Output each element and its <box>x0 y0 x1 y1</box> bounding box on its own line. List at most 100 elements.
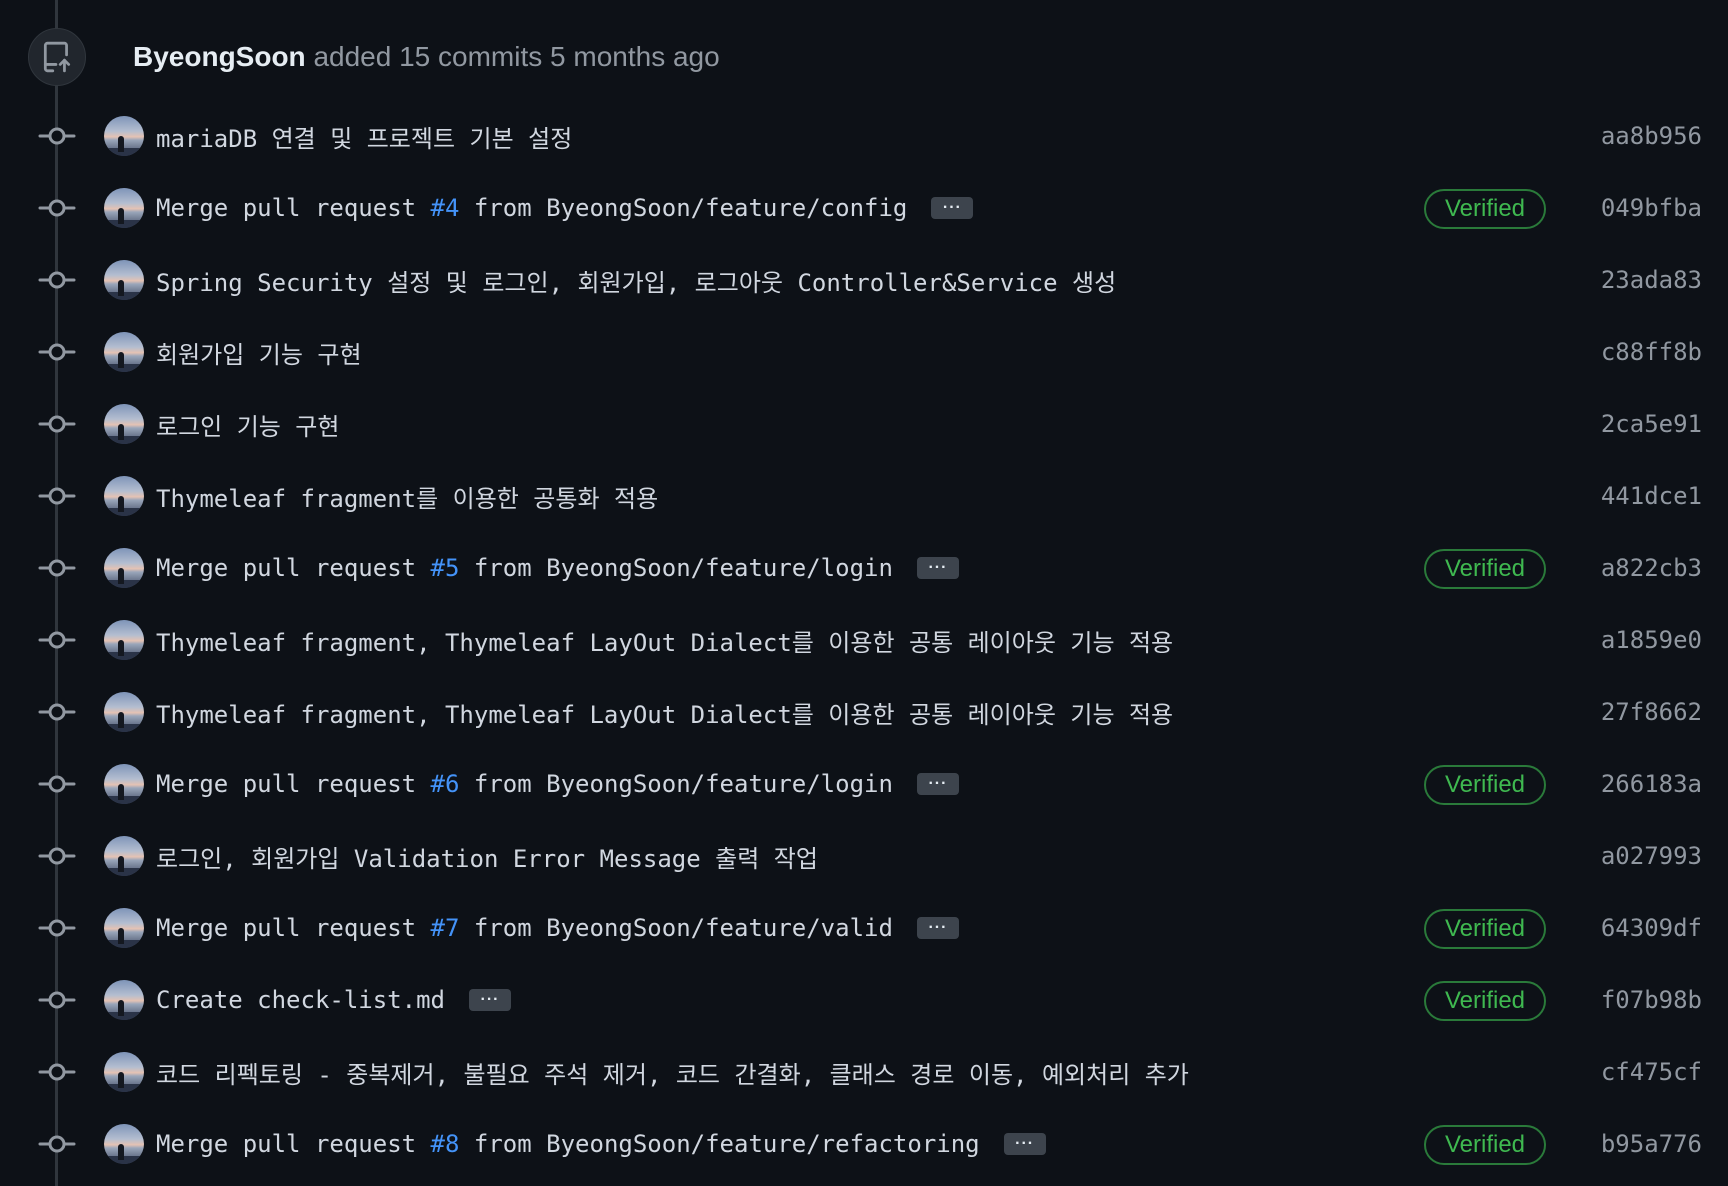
commit-message-link[interactable]: Merge pull request <box>156 770 431 798</box>
commit-row: Spring Security 설정 및 로그인, 회원가입, 로그아웃 Con… <box>0 244 1728 316</box>
commit-message: 코드 리펙토링 - 중복제거, 불필요 주석 제거, 코드 간결화, 클래스 경… <box>156 1036 1189 1108</box>
commit-message-link[interactable]: 로그인 기능 구현 <box>156 407 339 442</box>
commit-message-branch[interactable]: from ByeongSoon/feature/login <box>459 770 893 798</box>
commit-message: 회원가입 기능 구현 <box>156 316 362 388</box>
commit-message-branch[interactable]: from ByeongSoon/feature/valid <box>459 914 893 942</box>
commit-message-link[interactable]: 코드 리펙토링 - 중복제거, 불필요 주석 제거, 코드 간결화, 클래스 경… <box>156 1055 1189 1090</box>
expand-description-button[interactable]: ··· <box>916 557 959 579</box>
author-avatar[interactable] <box>104 980 144 1020</box>
commit-message-link[interactable]: mariaDB 연결 및 프로젝트 기본 설정 <box>156 119 572 154</box>
commit-sha-link[interactable]: cf475cf <box>1601 1036 1702 1108</box>
commit-sha-link[interactable]: 2ca5e91 <box>1601 388 1702 460</box>
author-avatar[interactable] <box>104 1052 144 1092</box>
author-avatar[interactable] <box>104 908 144 948</box>
commit-row: 로그인 기능 구현 2ca5e91 <box>0 388 1728 460</box>
git-commit-icon <box>38 559 76 577</box>
repo-push-icon <box>28 28 86 86</box>
commit-message: Merge pull request #6 from ByeongSoon/fe… <box>156 748 959 820</box>
commit-sha-link[interactable]: 64309df <box>1601 892 1702 964</box>
commit-message-link[interactable]: Create check-list.md <box>156 986 445 1014</box>
author-avatar[interactable] <box>104 836 144 876</box>
author-avatar[interactable] <box>104 404 144 444</box>
commit-message-link[interactable]: Thymeleaf fragment, Thymeleaf LayOut Dia… <box>156 695 1173 730</box>
author-avatar[interactable] <box>104 620 144 660</box>
git-commit-icon <box>38 199 76 217</box>
author-avatar[interactable] <box>104 692 144 732</box>
commit-row: Merge pull request #4 from ByeongSoon/fe… <box>0 172 1728 244</box>
commit-sha-link[interactable]: 23ada83 <box>1601 244 1702 316</box>
commit-message-branch[interactable]: from ByeongSoon/feature/refactoring <box>459 1130 980 1158</box>
commit-message: 로그인 기능 구현 <box>156 388 339 460</box>
git-commit-icon <box>38 487 76 505</box>
commit-message-link[interactable]: Merge pull request <box>156 914 431 942</box>
commit-message: Spring Security 설정 및 로그인, 회원가입, 로그아웃 Con… <box>156 244 1116 316</box>
commit-sha-link[interactable]: a1859e0 <box>1601 604 1702 676</box>
commit-sha-link[interactable]: a822cb3 <box>1601 532 1702 604</box>
pull-request-link[interactable]: #6 <box>431 770 460 798</box>
commit-message-link[interactable]: Thymeleaf fragment를 이용한 공통화 적용 <box>156 479 658 514</box>
commit-message-link[interactable]: Spring Security 설정 및 로그인, 회원가입, 로그아웃 Con… <box>156 263 1116 298</box>
expand-description-button[interactable]: ··· <box>1003 1133 1046 1155</box>
expand-description-button[interactable]: ··· <box>916 917 959 939</box>
pull-request-link[interactable]: #4 <box>431 194 460 222</box>
commit-row: 로그인, 회원가입 Validation Error Message 출력 작업… <box>0 820 1728 892</box>
event-author-link[interactable]: ByeongSoon <box>133 41 306 72</box>
commit-message: Merge pull request #5 from ByeongSoon/fe… <box>156 532 959 604</box>
author-avatar[interactable] <box>104 188 144 228</box>
verified-badge[interactable]: Verified <box>1424 549 1546 589</box>
commit-message-link[interactable]: Merge pull request <box>156 554 431 582</box>
commit-message-branch[interactable]: from ByeongSoon/feature/config <box>459 194 908 222</box>
event-description: ByeongSoon added 15 commits 5 months ago <box>133 41 720 73</box>
commit-sha-link[interactable]: 441dce1 <box>1601 460 1702 532</box>
push-event-header: ByeongSoon added 15 commits 5 months ago <box>28 28 720 86</box>
author-avatar[interactable] <box>104 116 144 156</box>
git-commit-icon <box>38 631 76 649</box>
git-commit-icon <box>38 1135 76 1153</box>
commit-message: Thymeleaf fragment, Thymeleaf LayOut Dia… <box>156 676 1173 748</box>
commit-sha-link[interactable]: c88ff8b <box>1601 316 1702 388</box>
commit-message-link[interactable]: 회원가입 기능 구현 <box>156 335 362 370</box>
author-avatar[interactable] <box>104 1124 144 1164</box>
pull-request-link[interactable]: #7 <box>431 914 460 942</box>
verified-badge[interactable]: Verified <box>1424 909 1546 949</box>
commit-row: Thymeleaf fragment, Thymeleaf LayOut Dia… <box>0 676 1728 748</box>
commit-sha-link[interactable]: b95a776 <box>1601 1108 1702 1180</box>
commit-sha-link[interactable]: a027993 <box>1601 820 1702 892</box>
commit-message-link[interactable]: Merge pull request <box>156 194 431 222</box>
commit-row: Merge pull request #6 from ByeongSoon/fe… <box>0 748 1728 820</box>
expand-description-button[interactable]: ··· <box>931 197 974 219</box>
verified-badge[interactable]: Verified <box>1424 981 1546 1021</box>
commit-sha-link[interactable]: f07b98b <box>1601 964 1702 1036</box>
commit-message: 로그인, 회원가입 Validation Error Message 출력 작업 <box>156 820 818 892</box>
commit-row: mariaDB 연결 및 프로젝트 기본 설정 aa8b956 <box>0 100 1728 172</box>
commit-sha-link[interactable]: aa8b956 <box>1601 100 1702 172</box>
commit-sha-link[interactable]: 27f8662 <box>1601 676 1702 748</box>
author-avatar[interactable] <box>104 260 144 300</box>
author-avatar[interactable] <box>104 548 144 588</box>
commit-message: Create check-list.md ··· <box>156 964 511 1036</box>
commit-message-branch[interactable]: from ByeongSoon/feature/login <box>459 554 893 582</box>
commit-message: Merge pull request #4 from ByeongSoon/fe… <box>156 172 974 244</box>
commit-message: Merge pull request #8 from ByeongSoon/fe… <box>156 1108 1046 1180</box>
commit-message-link[interactable]: Thymeleaf fragment, Thymeleaf LayOut Dia… <box>156 623 1173 658</box>
commit-row: 회원가입 기능 구현 c88ff8b <box>0 316 1728 388</box>
author-avatar[interactable] <box>104 332 144 372</box>
commit-sha-link[interactable]: 049bfba <box>1601 172 1702 244</box>
pull-request-link[interactable]: #5 <box>431 554 460 582</box>
verified-badge[interactable]: Verified <box>1424 765 1546 805</box>
author-avatar[interactable] <box>104 764 144 804</box>
verified-badge[interactable]: Verified <box>1424 1125 1546 1165</box>
commit-sha-link[interactable]: 266183a <box>1601 748 1702 820</box>
expand-description-button[interactable]: ··· <box>916 773 959 795</box>
git-commit-icon <box>38 703 76 721</box>
commit-message: mariaDB 연결 및 프로젝트 기본 설정 <box>156 100 572 172</box>
verified-badge[interactable]: Verified <box>1424 189 1546 229</box>
commit-message-link[interactable]: 로그인, 회원가입 Validation Error Message 출력 작업 <box>156 839 818 874</box>
git-commit-icon <box>38 1063 76 1081</box>
git-commit-icon <box>38 271 76 289</box>
author-avatar[interactable] <box>104 476 144 516</box>
pull-request-link[interactable]: #8 <box>431 1130 460 1158</box>
commit-message-link[interactable]: Merge pull request <box>156 1130 431 1158</box>
commit-row: Merge pull request #8 from ByeongSoon/fe… <box>0 1108 1728 1180</box>
expand-description-button[interactable]: ··· <box>468 989 511 1011</box>
